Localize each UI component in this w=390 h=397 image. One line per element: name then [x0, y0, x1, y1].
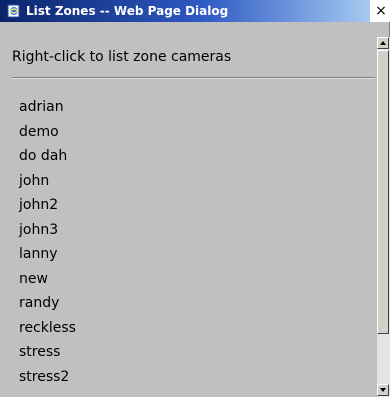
titlebar-gradient: List Zones -- Web Page Dialog — [0, 0, 370, 22]
zone-item-randy[interactable]: randy — [19, 291, 76, 316]
zone-item-stress2[interactable]: stress2 — [19, 365, 76, 390]
zone-item-john2[interactable]: john2 — [19, 193, 76, 218]
zone-item-john3[interactable]: john3 — [19, 218, 76, 243]
zone-item-demo[interactable]: demo — [19, 120, 76, 145]
close-button[interactable]: × — [372, 1, 390, 21]
zone-item-do-dah[interactable]: do dah — [19, 144, 76, 169]
arrow-down-icon — [380, 388, 386, 392]
zone-list: adrian demo do dah john john2 john3 lann… — [19, 95, 76, 389]
titlebar: List Zones -- Web Page Dialog × — [0, 0, 390, 22]
zone-item-new[interactable]: new — [19, 267, 76, 292]
zone-item-adrian[interactable]: adrian — [19, 95, 76, 120]
ie-page-icon — [7, 4, 20, 18]
divider — [12, 77, 375, 79]
zone-item-reckless[interactable]: reckless — [19, 316, 76, 341]
scroll-thumb[interactable] — [377, 50, 389, 334]
scroll-up-button[interactable] — [377, 37, 389, 49]
vertical-scrollbar[interactable] — [377, 37, 390, 397]
instruction-text: Right-click to list zone cameras — [12, 49, 232, 65]
arrow-up-icon — [380, 41, 386, 45]
list-zones-dialog: List Zones -- Web Page Dialog × Right-cl… — [0, 0, 390, 397]
zone-item-stress[interactable]: stress — [19, 340, 76, 365]
zone-item-lanny[interactable]: lanny — [19, 242, 76, 267]
close-icon: × — [375, 3, 387, 19]
scroll-down-button[interactable] — [377, 384, 389, 396]
zone-item-john[interactable]: john — [19, 169, 76, 194]
window-title: List Zones -- Web Page Dialog — [26, 4, 229, 18]
